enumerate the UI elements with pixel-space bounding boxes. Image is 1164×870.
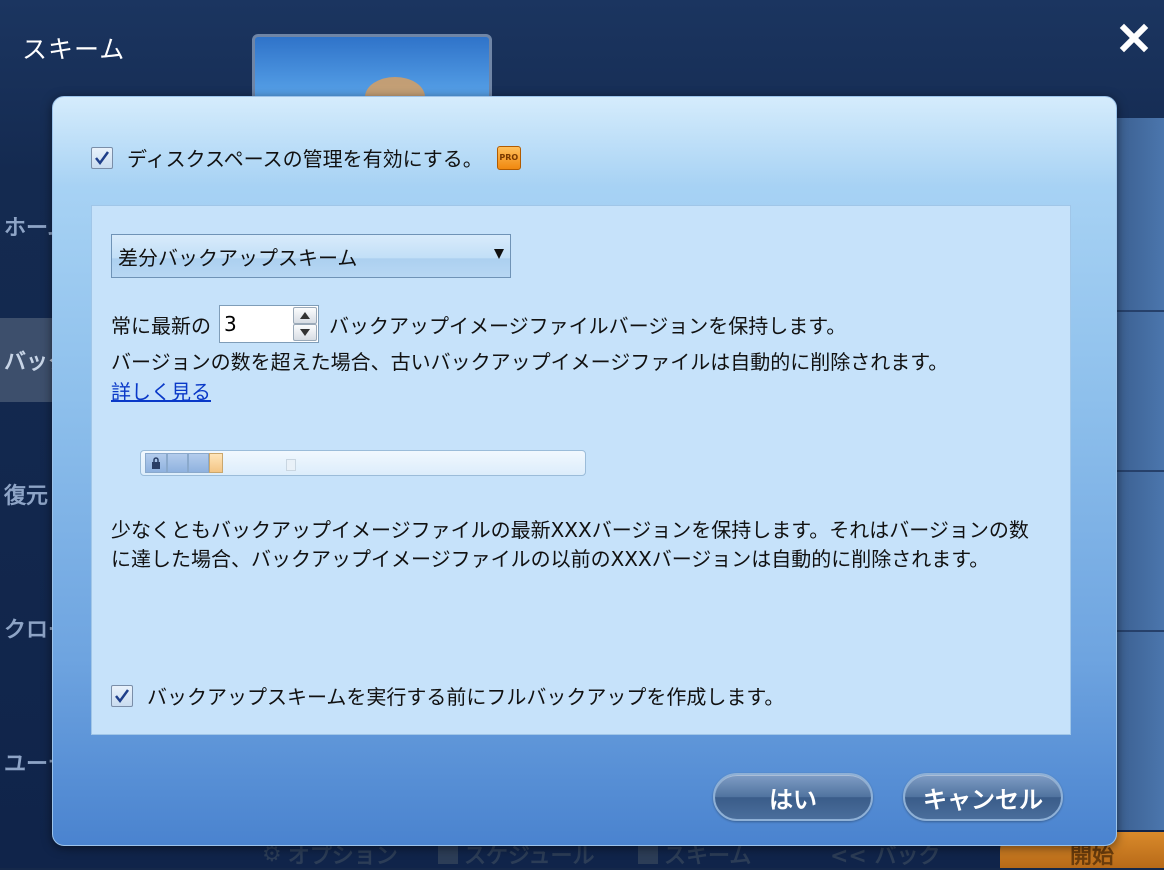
version-slider[interactable] [140, 450, 586, 476]
stepper-down-button[interactable] [293, 324, 317, 341]
version-count-input[interactable] [220, 306, 294, 342]
slider-segment [167, 453, 188, 473]
exceed-info-text: バージョンの数を超えた場合、古いバックアップイメージファイルは自動的に削除されま… [111, 350, 949, 374]
keep-prefix-label: 常に最新の [111, 313, 211, 338]
full-backup-label: バックアップスキームを実行する前にフルバックアップを作成します。 [147, 685, 785, 709]
checkbox-icon [438, 844, 458, 864]
enable-disk-management-row: ディスクスペースの管理を有効にする。 PRO [91, 143, 521, 172]
cancel-button[interactable]: キャンセル [903, 773, 1063, 821]
sidebar-item-backup[interactable]: バックアップ [0, 318, 52, 402]
full-backup-row: バックアップスキームを実行する前にフルバックアップを作成します。 [111, 681, 784, 710]
slider-thumb[interactable] [209, 453, 223, 473]
yes-button[interactable]: はい [713, 773, 873, 821]
dropdown-arrow-icon [494, 249, 504, 259]
background-panel [1116, 118, 1164, 830]
scheme-dialog: ディスクスペースの管理を有効にする。 PRO 差分バックアップスキーム 常に最新… [52, 96, 1117, 846]
window-title: スキーム [22, 35, 126, 64]
scheme-type-dropdown[interactable]: 差分バックアップスキーム [111, 234, 511, 278]
full-backup-checkbox[interactable] [111, 684, 133, 707]
sidebar-item-restore[interactable]: 復元 [0, 452, 52, 536]
close-icon[interactable] [1114, 18, 1154, 58]
scheme-description: 少なくともバックアップイメージファイルの最新XXXバージョンを保持します。それは… [111, 518, 1029, 571]
slider-segment [188, 453, 209, 473]
sidebar-item-utilities[interactable]: ユーティリティ [0, 720, 52, 804]
more-info-link[interactable]: 詳しく見る [111, 376, 211, 405]
keep-versions-row: 常に最新の バックアップイメージファイルバージョンを保持します。 [111, 305, 846, 343]
enable-disk-management-label: ディスクスペースの管理を有効にする。 [127, 147, 483, 171]
stepper-up-button[interactable] [293, 307, 317, 324]
preview-thumbnail [252, 34, 492, 104]
lock-icon [145, 453, 167, 473]
checkmark-icon [95, 150, 110, 165]
arrow-up-icon [300, 312, 310, 319]
scheme-settings-panel: 差分バックアップスキーム 常に最新の バックアップイメージファイルバージョンを保… [91, 205, 1071, 735]
scheme-type-selected: 差分バックアップスキーム [118, 245, 358, 270]
sidebar-item-home[interactable]: ホーム [0, 184, 52, 268]
version-count-stepper[interactable] [219, 305, 319, 343]
slider-tick [286, 459, 296, 471]
enable-disk-management-checkbox[interactable] [91, 146, 113, 169]
pro-badge-icon: PRO [496, 145, 521, 170]
arrow-down-icon [300, 329, 310, 336]
keep-suffix-label: バックアップイメージファイルバージョンを保持します。 [329, 313, 847, 338]
checkmark-icon [115, 688, 130, 703]
checkbox-icon [638, 844, 658, 864]
sidebar-item-clone[interactable]: クローン [0, 586, 52, 670]
